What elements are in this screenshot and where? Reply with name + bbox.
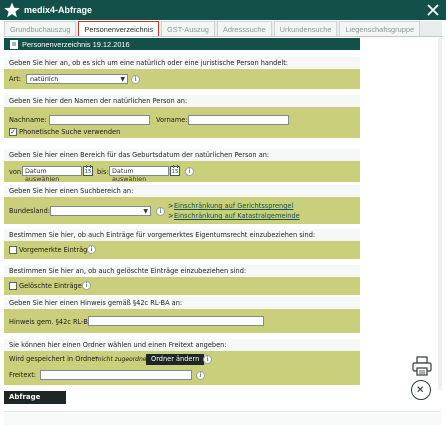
nachname-input[interactable] — [49, 115, 150, 125]
tab-liegenschaftsgruppe[interactable]: Liegenschaftsgruppe — [339, 21, 421, 36]
region-row: Bundesland: ▼ i > Einschränkung auf Geri… — [4, 197, 360, 224]
art-label: Art: — [9, 75, 22, 83]
page-title: Personenverzeichnis 19.12.2016 — [22, 39, 130, 49]
deleted-row: Gelöschte Einträge i — [4, 277, 360, 295]
link-bullet: > — [168, 202, 174, 210]
tab-gst-auszug[interactable]: GST-Auszug — [161, 21, 215, 36]
birth-to-label: bis: — [97, 168, 109, 176]
reserved-row: Vorgemerkte Einträge i — [4, 241, 360, 259]
info-icon[interactable]: i — [87, 245, 96, 254]
tab-bar: Grundbuchauszug Personenverzeichnis GST-Au… — [4, 21, 442, 37]
document-icon — [10, 39, 18, 49]
nachname-label: Nachname: — [9, 116, 47, 124]
info-icon[interactable]: i — [196, 371, 205, 380]
tab-adresssuche[interactable]: Adresssuche — [216, 21, 272, 36]
bundesland-select[interactable]: ▼ — [50, 206, 151, 216]
form-header: Personenverzeichnis 19.12.2016 — [4, 38, 360, 50]
art-question: Geben Sie hier an, ob es sich um eine na… — [4, 57, 360, 69]
deleted-question: Bestimmen Sie hier an, ob auch gelöschte… — [4, 265, 360, 277]
window-title: medix4-Abfrage — [24, 5, 93, 15]
calendar-icon[interactable]: 15 — [83, 165, 93, 176]
art-select-value: natürlich — [30, 75, 59, 83]
freetext-input[interactable] — [40, 370, 192, 380]
folder-row: Wird gespeichert in Ordner "nicht zugeor… — [4, 351, 360, 385]
star-icon — [4, 2, 20, 18]
birth-question: Geben Sie hier einen Bereich für das Geb… — [4, 149, 360, 161]
info-icon[interactable]: i — [131, 75, 140, 84]
info-icon[interactable]: i — [156, 207, 165, 216]
start-query-button[interactable]: Abfrage starten — [4, 391, 66, 414]
window-bottom — [4, 411, 442, 425]
chevron-down-icon: ▼ — [120, 76, 125, 83]
art-select[interactable]: natürlich ▼ — [26, 74, 128, 84]
hint-label: Hinweis gem. §42c RL-BA: — [9, 318, 95, 326]
chevron-down-icon: ▼ — [143, 208, 148, 215]
hint-question: Geben Sie hier einen Hinweis gemäß §42c … — [4, 297, 360, 309]
printer-icon[interactable] — [411, 355, 433, 377]
calendar-icon[interactable]: 15 — [170, 165, 180, 176]
name-question: Geben Sie hier den Namen der natürlichen… — [4, 95, 360, 107]
tab-urkundensuche[interactable]: Urkundensuche — [273, 21, 338, 36]
tab-grundbuchauszug[interactable]: Grundbuchauszug — [4, 21, 77, 36]
reserved-label: Vorgemerkte Einträge — [19, 246, 92, 254]
folder-question: Sie können hier einen Ordner wählen und … — [4, 339, 360, 351]
saved-in-label: Wird gespeichert in Ordner — [9, 355, 99, 363]
reserved-question: Bestimmen Sie hier, ob auch Einträge für… — [4, 229, 360, 241]
deleted-checkbox[interactable] — [9, 282, 17, 290]
scrollbar[interactable] — [438, 38, 442, 390]
info-icon[interactable]: i — [203, 355, 212, 364]
link-bullet: > — [168, 212, 174, 220]
vorname-input[interactable] — [188, 115, 289, 125]
folder-value: "nicht zugeordnet" — [95, 356, 152, 363]
deleted-label: Gelöschte Einträge — [19, 282, 82, 290]
court-district-link[interactable]: Einschränkung auf Gerichtssprengel — [174, 202, 293, 210]
vorname-label: Vorname: — [156, 116, 188, 124]
birth-row: von: Datum auswählen 15 bis: Datum auswä… — [4, 161, 360, 183]
reserved-checkbox[interactable] — [9, 246, 17, 254]
birth-to-date[interactable]: Datum auswählen — [109, 166, 169, 183]
circle-close-icon[interactable] — [411, 380, 431, 400]
tab-personenverzeichnis[interactable]: Personenverzeichnis — [78, 21, 160, 36]
hint-input[interactable] — [88, 316, 264, 326]
region-question: Geben Sie hier einen Suchbereich an: — [4, 185, 360, 197]
phonetic-label: Phonetische Suche verwenden — [19, 128, 121, 136]
birth-from-date[interactable]: Datum auswählen — [22, 166, 82, 183]
info-icon[interactable]: i — [185, 167, 194, 176]
info-icon[interactable]: i — [82, 281, 91, 290]
window-titlebar: medix4-Abfrage — [0, 0, 446, 20]
phonetic-checkbox[interactable]: ✓ — [9, 128, 17, 136]
change-folder-button[interactable]: Ordner ändern — [146, 354, 205, 365]
close-icon[interactable] — [426, 3, 440, 17]
hint-row: Hinweis gem. §42c RL-BA: — [4, 309, 360, 333]
freetext-label: Freitext: — [9, 371, 37, 379]
cadastral-link[interactable]: Einschränkung auf Katastralgemeinde — [174, 212, 300, 220]
query-form: Geben Sie hier an, ob es sich um eine na… — [4, 51, 360, 389]
art-row: Art: natürlich ▼ i — [4, 69, 360, 89]
bundesland-label: Bundesland: — [9, 207, 51, 215]
name-row: Nachname: Vorname: ✓ Phonetische Suche v… — [4, 107, 360, 138]
